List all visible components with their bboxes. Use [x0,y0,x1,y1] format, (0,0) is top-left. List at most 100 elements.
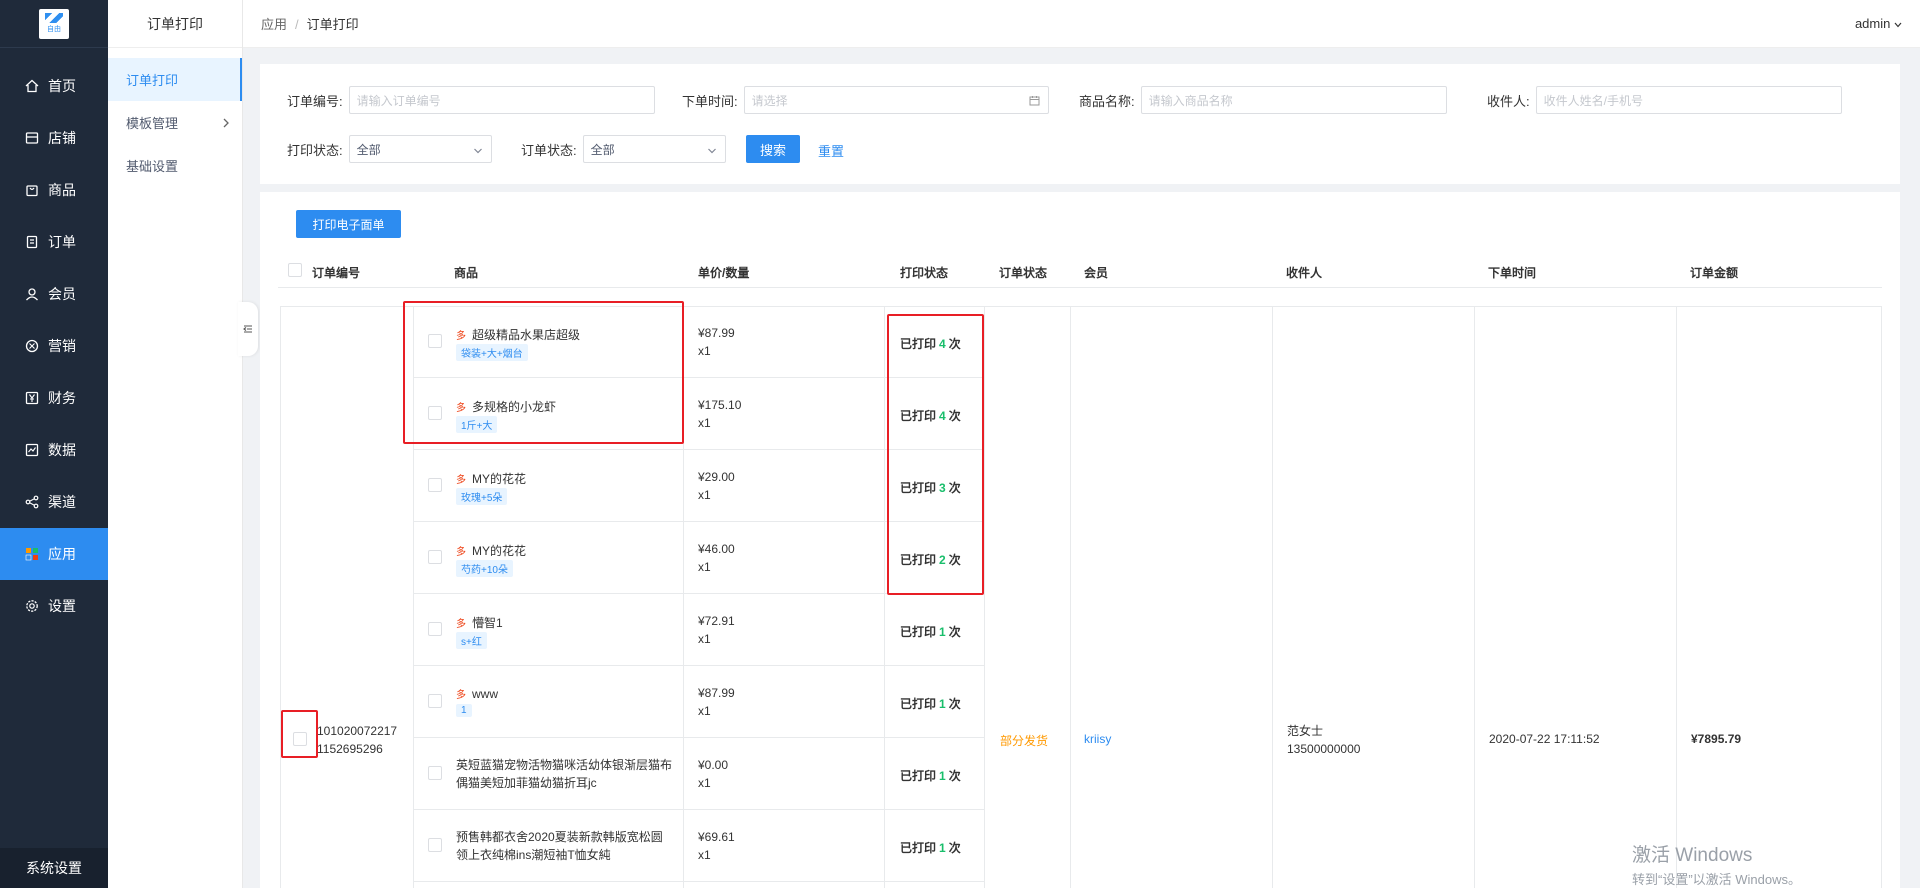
goods-title: 预售韩都衣舍2020夏装新款韩版宽松圆 [456,830,663,844]
print-status: 已打印 4 次 [900,335,961,352]
nav-item-settings[interactable]: 设置 [0,580,108,632]
select-all-checkbox[interactable] [288,263,302,277]
col-border [413,306,414,888]
user-menu[interactable]: admin [1855,16,1902,31]
row-border [413,449,984,450]
goods-checkbox[interactable] [428,334,442,348]
nav-item-orders[interactable]: 订单 [0,216,108,268]
watermark-line: 转到“设置”以激活 Windows。 [1632,872,1802,887]
order-status-select[interactable]: 全部 [582,135,726,163]
row-border [280,306,1882,307]
nav-item-members[interactable]: 会员 [0,268,108,320]
nav-item-marketing[interactable]: 营销 [0,320,108,372]
multi-spec-tag: 多 [456,475,466,486]
user-name: admin [1854,16,1891,31]
nav-item-goods[interactable]: 商品 [0,164,108,216]
order-number: 101020072217 1152695296 [317,722,397,758]
row-border [413,809,984,810]
logo[interactable]: 自由 [39,8,69,39]
goods-checkbox[interactable] [428,406,442,420]
goods-checkbox[interactable] [428,478,442,492]
print-status-suffix: 次 [948,625,961,639]
goods-title: www [472,686,498,701]
qty: x1 [698,632,711,646]
multi-spec-tag: 多 [456,331,466,342]
member-link[interactable]: kriisy [1084,732,1111,746]
calendar-icon [1029,95,1040,109]
menu-fold-icon [243,322,253,337]
row-border [413,521,984,522]
goods-checkbox[interactable] [428,838,442,852]
print-status-suffix: 次 [948,481,961,495]
order-icon [24,234,40,250]
goods-title: 懵智1 [472,616,503,630]
nav-item-store[interactable]: 店铺 [0,112,108,164]
system-settings-button[interactable]: 系统设置 [0,848,108,888]
print-status-select[interactable]: 全部 [348,135,492,163]
reset-link[interactable]: 重置 [818,141,844,160]
col-border [683,306,684,888]
goods-checkbox[interactable] [428,694,442,708]
filter-order-status: 订单状态: 全部 [521,135,726,163]
nav-item-apps[interactable]: 应用 [0,528,108,580]
main-menu: 首页 店铺 商品 订单 会员 营销 财务 数据 渠道 应用 设置 [0,60,108,632]
goods-title: 英短蓝猫宠物活物猫咪活幼体银渐层猫布 [456,758,673,772]
goods-checkbox[interactable] [428,622,442,636]
print-count: 4 [939,337,946,351]
breadcrumb-root[interactable]: 应用 [261,17,287,32]
print-count: 4 [939,409,946,423]
goods-checkbox[interactable] [428,550,442,564]
qty: x1 [698,848,711,862]
subnav-item-template[interactable]: 模板管理 [108,101,242,144]
channel-icon [24,494,40,510]
print-status: 已打印 1 次 [900,695,961,712]
nav-item-data[interactable]: 数据 [0,424,108,476]
goods-spec: 1斤+大 [456,416,498,433]
print-status-suffix: 次 [948,337,961,351]
print-waybill-button[interactable]: 打印电子面单 [296,210,401,238]
receiver-input[interactable]: 收件人姓名/手机号 [1535,86,1842,114]
price-qty: ¥175.10 x1 [698,396,741,432]
order-no-input[interactable]: 请输入订单编号 [348,86,655,114]
order-amount: ¥7895.79 [1691,732,1742,746]
print-count: 1 [939,841,946,855]
goods-spec: s+红 [456,632,487,649]
qty: x1 [698,776,711,790]
subnav-label: 基础设置 [126,159,179,174]
print-count: 3 [939,481,946,495]
print-status-suffix: 次 [948,553,961,567]
goods-checkbox[interactable] [428,766,442,780]
qty: x1 [698,416,711,430]
goods-name: 英短蓝猫宠物活物猫咪活幼体银渐层猫布 偶猫美短加菲猫幼猫折耳jc [456,756,672,792]
chevron-right-icon [222,116,230,131]
nav-item-home[interactable]: 首页 [0,60,108,112]
price-qty: ¥29.00 x1 [698,468,735,504]
subnav-item-order-print[interactable]: 订单打印 [108,58,242,101]
goods-name-input[interactable]: 请输入商品名称 [1140,86,1447,114]
breadcrumb-separator: / [295,17,299,32]
collapse-sidebar-button[interactable] [238,302,258,356]
subnav-label: 模板管理 [126,116,179,131]
order-time-picker[interactable]: 请选择 [743,86,1049,114]
multi-spec-tag: 多 [456,619,466,630]
price-qty: ¥0.00 x1 [698,756,728,792]
nav-item-finance[interactable]: 财务 [0,372,108,424]
nav-item-channel[interactable]: 渠道 [0,476,108,528]
logo-mark-icon [45,13,63,23]
subnav-item-basic-settings[interactable]: 基础设置 [108,144,242,187]
filter-label: 打印状态: [287,142,343,158]
price: ¥69.61 [698,830,735,844]
goods-spec: 袋装+大+烟台 [456,344,528,361]
order-number-line: 1152695296 [317,742,383,756]
filter-label: 下单时间: [682,93,738,109]
col-border [1070,306,1071,888]
nav-label: 营销 [48,338,76,354]
receiver-phone: 13500000000 [1287,742,1361,756]
column-header: 会员 [1084,266,1109,280]
column-header: 单价/数量 [698,266,750,280]
nav-label: 订单 [48,234,76,250]
column-header: 订单编号 [312,266,361,280]
search-button[interactable]: 搜索 [746,135,800,163]
logo-area: 自由 [0,0,108,48]
order-checkbox[interactable] [293,732,307,746]
